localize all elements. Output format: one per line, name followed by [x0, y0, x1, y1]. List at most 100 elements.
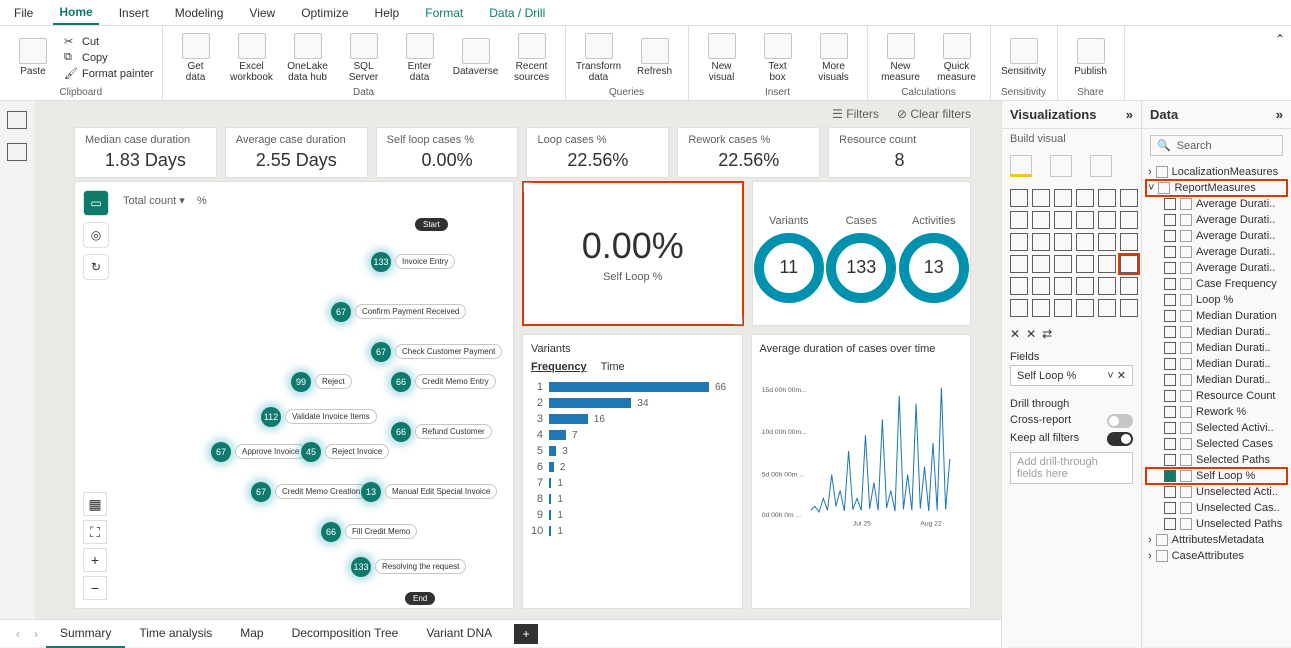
page-tab-decomposition-tree[interactable]: Decomposition Tree — [278, 620, 413, 648]
viz-type-34[interactable] — [1098, 299, 1116, 317]
viz-type-21[interactable] — [1076, 255, 1094, 273]
keep-filters-toggle[interactable] — [1107, 432, 1133, 446]
menu-help[interactable]: Help — [369, 2, 406, 24]
pm-measure-dropdown[interactable]: Total count ▾ % — [123, 194, 207, 207]
viz-type-8[interactable] — [1054, 211, 1072, 229]
donuts-visual[interactable]: Variants11Cases133Activities13 — [752, 181, 972, 326]
pm-node-4[interactable]: Credit Memo Entry — [415, 374, 496, 389]
viz-type-29[interactable] — [1120, 277, 1138, 295]
data-field-8[interactable]: Median Durati.. — [1146, 324, 1287, 340]
data-table-LocalizationMeasures[interactable]: ›LocalizationMeasures — [1146, 164, 1287, 180]
filters-button[interactable]: ☰ Filters — [832, 107, 879, 121]
field-checkbox[interactable] — [1164, 422, 1176, 434]
viz-type-33[interactable] — [1076, 299, 1094, 317]
data-4-button[interactable]: Enterdata — [395, 30, 445, 85]
report-view-button[interactable] — [7, 111, 27, 129]
viz-type-26[interactable] — [1054, 277, 1072, 295]
viz-type-27[interactable] — [1076, 277, 1094, 295]
page-tab-map[interactable]: Map — [226, 620, 277, 648]
pm-mode-3-button[interactable]: ↻ — [83, 254, 109, 280]
field-checkbox[interactable] — [1164, 502, 1176, 514]
menu-view[interactable]: View — [243, 2, 281, 24]
pm-node-7[interactable]: Approve Invoice — [235, 444, 306, 459]
clear-filters-button[interactable]: ⊘ Clear filters — [897, 107, 971, 121]
viz-type-11[interactable] — [1120, 211, 1138, 229]
viz-type-25[interactable] — [1032, 277, 1050, 295]
variant-bar-row-6[interactable]: 71 — [531, 477, 734, 489]
page-tab-time-analysis[interactable]: Time analysis — [125, 620, 226, 648]
menu-optimize[interactable]: Optimize — [295, 2, 354, 24]
data-field-1[interactable]: Average Durati.. — [1146, 212, 1287, 228]
viz-type-24[interactable] — [1010, 277, 1028, 295]
data-field-3[interactable]: Average Durati.. — [1146, 244, 1287, 260]
duration-over-time-visual[interactable]: Average duration of cases over time 15d … — [751, 334, 972, 609]
drill-through-well[interactable]: Add drill-through fields here — [1010, 452, 1133, 484]
viz-tab-build[interactable] — [1010, 155, 1032, 177]
viz-type-20[interactable] — [1054, 255, 1072, 273]
viz-type-6[interactable] — [1010, 211, 1028, 229]
viz-type-17[interactable] — [1120, 233, 1138, 251]
kpi-card-3[interactable]: Loop cases %22.56% — [526, 127, 669, 178]
copy-button[interactable]: ⧉Copy — [64, 51, 154, 65]
viz-type-13[interactable] — [1032, 233, 1050, 251]
viz-type-18[interactable] — [1010, 255, 1028, 273]
viz-type-19[interactable] — [1032, 255, 1050, 273]
pm-node-5[interactable]: Validate Invoice Items — [285, 409, 377, 424]
pm-node-11[interactable]: Fill Credit Memo — [345, 524, 417, 539]
viz-type-2[interactable] — [1054, 189, 1072, 207]
menu-data-drill[interactable]: Data / Drill — [483, 2, 551, 24]
data-0-button[interactable]: Getdata — [171, 30, 221, 85]
data-6-button[interactable]: Recentsources — [507, 30, 557, 85]
data-field-6[interactable]: Loop % — [1146, 292, 1287, 308]
data-field-11[interactable]: Median Durati.. — [1146, 372, 1287, 388]
viz-type-30[interactable] — [1010, 299, 1028, 317]
viz-tab-format[interactable] — [1050, 155, 1072, 177]
variants-visual[interactable]: Variants Frequency Time 1662343164753627… — [522, 334, 743, 609]
pm-zoom-in-button[interactable]: + — [83, 548, 107, 572]
viz-tool-2[interactable]: ✕ — [1026, 327, 1036, 341]
viz-pane-collapse[interactable]: » — [1126, 107, 1133, 122]
data-field-17[interactable]: Self Loop % — [1146, 468, 1287, 484]
data-search-input[interactable]: 🔍Search — [1150, 135, 1283, 156]
field-checkbox[interactable] — [1164, 230, 1176, 242]
pm-fit-button[interactable]: ⛶ — [83, 520, 107, 544]
viz-tab-analytics[interactable] — [1090, 155, 1112, 177]
data-5-button[interactable]: Dataverse — [451, 30, 501, 85]
menu-home[interactable]: Home — [53, 1, 98, 25]
model-view-button[interactable] — [7, 143, 27, 161]
paste-button[interactable]: Paste — [8, 30, 58, 85]
cross-report-toggle[interactable] — [1107, 414, 1133, 428]
variant-bar-row-2[interactable]: 316 — [531, 413, 734, 425]
field-checkbox[interactable] — [1164, 374, 1176, 386]
data-2-button[interactable]: OneLakedata hub — [283, 30, 333, 85]
pm-node-10[interactable]: Manual Edit Special Invoice — [385, 484, 497, 499]
pm-node-1[interactable]: Confirm Payment Received — [355, 304, 466, 319]
data-table-CaseAttributes[interactable]: ›CaseAttributes — [1146, 548, 1287, 564]
viz-field-remove[interactable]: ˅ ✕ — [1107, 369, 1126, 382]
tab-nav-prev[interactable]: ‹ — [10, 627, 26, 641]
data-field-12[interactable]: Resource Count — [1146, 388, 1287, 404]
field-checkbox[interactable] — [1164, 454, 1176, 466]
insert-2-button[interactable]: Morevisuals — [809, 30, 859, 85]
viz-type-7[interactable] — [1032, 211, 1050, 229]
data-field-13[interactable]: Rework % — [1146, 404, 1287, 420]
pm-node-8[interactable]: Reject Invoice — [325, 444, 389, 459]
pm-grid-button[interactable]: ▦ — [83, 492, 107, 516]
viz-type-22[interactable] — [1098, 255, 1116, 273]
data-table-ReportMeasures[interactable]: ˅ReportMeasures — [1146, 180, 1287, 196]
data-field-14[interactable]: Selected Activi.. — [1146, 420, 1287, 436]
viz-type-12[interactable] — [1010, 233, 1028, 251]
data-field-15[interactable]: Selected Cases — [1146, 436, 1287, 452]
field-checkbox[interactable] — [1164, 390, 1176, 402]
data-field-5[interactable]: Case Frequency — [1146, 276, 1287, 292]
pm-node-12[interactable]: Resolving the request — [375, 559, 466, 574]
field-checkbox[interactable] — [1164, 470, 1176, 482]
calc-0-button[interactable]: Newmeasure — [876, 30, 926, 85]
data-field-4[interactable]: Average Durati.. — [1146, 260, 1287, 276]
field-checkbox[interactable] — [1164, 358, 1176, 370]
data-1-button[interactable]: Excelworkbook — [227, 30, 277, 85]
variant-bar-row-7[interactable]: 81 — [531, 493, 734, 505]
kpi-card-0[interactable]: Median case duration1.83 Days — [74, 127, 217, 178]
field-checkbox[interactable] — [1164, 294, 1176, 306]
field-checkbox[interactable] — [1164, 326, 1176, 338]
